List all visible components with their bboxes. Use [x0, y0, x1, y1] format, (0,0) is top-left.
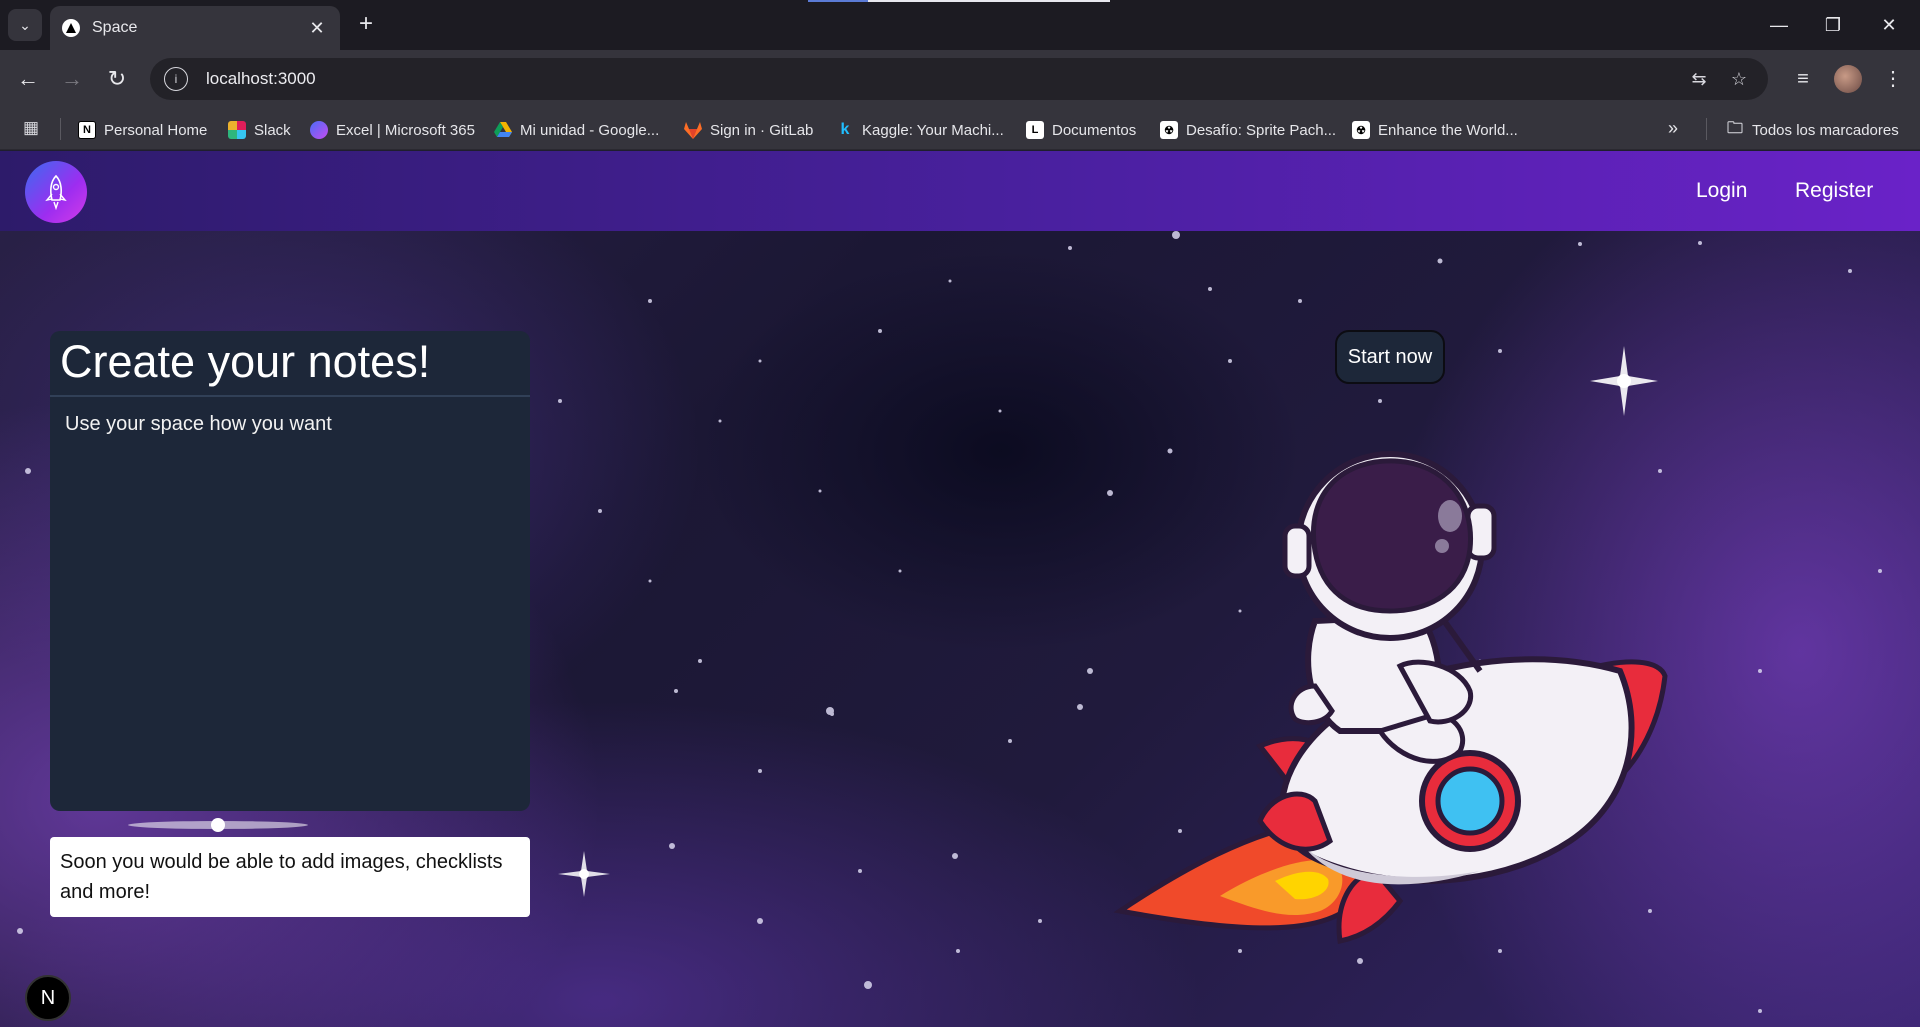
bookmarks-bar: ▦ N Personal Home Slack Excel | Microsof… — [0, 108, 1920, 150]
bookmarks-divider — [1706, 118, 1707, 140]
rocket-logo-icon[interactable] — [25, 161, 87, 223]
triangle-favicon-icon — [62, 19, 80, 37]
slack-icon — [228, 121, 246, 139]
restore-icon[interactable]: ❐ — [1810, 10, 1856, 40]
google-drive-icon — [494, 121, 512, 139]
bookmark-google-drive[interactable]: Mi unidad - Google... — [494, 118, 659, 142]
bookmark-excel[interactable]: Excel | Microsoft 365 — [310, 118, 475, 142]
browser-toolbar: ← → ↻ i localhost:3000 ⇆ ☆ ≡ ⋮ — [0, 50, 1920, 108]
login-link[interactable]: Login — [1696, 179, 1747, 203]
apps-grid-icon[interactable]: ▦ — [20, 118, 42, 140]
nextjs-dev-badge[interactable]: N — [25, 975, 71, 1021]
loading-bar — [808, 0, 1110, 2]
docs-icon: L — [1026, 121, 1044, 139]
all-bookmarks-label: Todos los marcadores — [1752, 121, 1899, 139]
forward-icon[interactable]: → — [54, 62, 90, 96]
tab-strip: ⌄ Space ✕ + — ❐ ✕ — [0, 0, 1920, 50]
media-control-icon[interactable]: ≡ — [1788, 64, 1818, 94]
url-text[interactable]: localhost:3000 — [206, 69, 316, 89]
bookmark-label: Slack — [254, 121, 291, 139]
chevron-down-icon: ⌄ — [19, 16, 31, 33]
bookmark-label: Sign in · GitLab — [710, 121, 814, 139]
tab-search-button[interactable]: ⌄ — [8, 9, 42, 41]
bookmark-label: Kaggle: Your Machi... — [862, 121, 1004, 139]
astronaut-rocket-illustration — [1113, 451, 1668, 944]
bookmark-label: Desafío: Sprite Pach... — [1186, 121, 1337, 139]
address-bar[interactable]: i localhost:3000 ⇆ ☆ — [150, 58, 1768, 100]
sprite-icon: ☢ — [1160, 121, 1178, 139]
back-icon[interactable]: ← — [10, 62, 46, 96]
notes-card: Create your notes! Use your space how yo… — [50, 331, 530, 811]
translate-icon[interactable]: ⇆ — [1686, 67, 1712, 91]
bookmark-label: Personal Home — [104, 121, 208, 139]
start-now-button[interactable]: Start now — [1335, 330, 1445, 384]
reload-icon[interactable]: ↻ — [99, 62, 135, 96]
bookmark-label: Enhance the World... — [1378, 121, 1518, 139]
gitlab-icon — [684, 121, 702, 139]
site-info-icon[interactable]: i — [164, 67, 188, 91]
bookmarks-divider — [60, 118, 61, 140]
notes-card-title: Create your notes! — [50, 331, 530, 397]
site-navbar: Login Register — [0, 151, 1920, 231]
kaggle-icon: k — [840, 121, 850, 138]
bookmark-personal-home[interactable]: N Personal Home — [78, 118, 207, 142]
bookmark-slack[interactable]: Slack — [228, 118, 291, 142]
microsoft-365-icon — [310, 121, 328, 139]
bookmark-gitlab[interactable]: Sign in · GitLab — [684, 118, 813, 142]
more-bookmarks-icon[interactable]: » — [1668, 118, 1678, 139]
bookmark-enhance[interactable]: ☢ Enhance the World... — [1352, 118, 1518, 142]
bookmark-label: Mi unidad - Google... — [520, 121, 660, 139]
tab-title: Space — [92, 19, 138, 36]
notion-icon: N — [78, 121, 96, 139]
active-tab[interactable]: Space ✕ — [50, 6, 340, 50]
folder-icon: 🗀 — [1726, 119, 1743, 137]
profile-avatar[interactable] — [1834, 65, 1862, 93]
page-viewport: Login Register Create your notes! Use yo… — [0, 151, 1920, 1027]
new-tab-button[interactable]: + — [352, 12, 380, 38]
enhance-icon: ☢ — [1352, 121, 1370, 139]
bookmark-sprite[interactable]: ☢ Desafío: Sprite Pach... — [1160, 118, 1336, 142]
bookmark-label: Documentos — [1052, 121, 1137, 139]
all-bookmarks-folder[interactable]: 🗀 Todos los marcadores — [1726, 118, 1899, 142]
bookmark-documentos[interactable]: L Documentos — [1026, 118, 1136, 142]
close-window-icon[interactable]: ✕ — [1866, 10, 1912, 40]
bookmark-star-icon[interactable]: ☆ — [1726, 67, 1752, 91]
close-tab-icon[interactable]: ✕ — [306, 18, 328, 39]
bookmark-label: Excel | Microsoft 365 — [336, 121, 475, 139]
minimize-icon[interactable]: — — [1756, 10, 1802, 40]
notes-card-body: Use your space how you want — [65, 413, 332, 435]
register-link[interactable]: Register — [1795, 179, 1873, 203]
bookmark-kaggle[interactable]: k Kaggle: Your Machi... — [836, 118, 1004, 142]
menu-kebab-icon[interactable]: ⋮ — [1878, 64, 1908, 94]
coming-soon-text: Soon you would be able to add images, ch… — [50, 837, 530, 917]
